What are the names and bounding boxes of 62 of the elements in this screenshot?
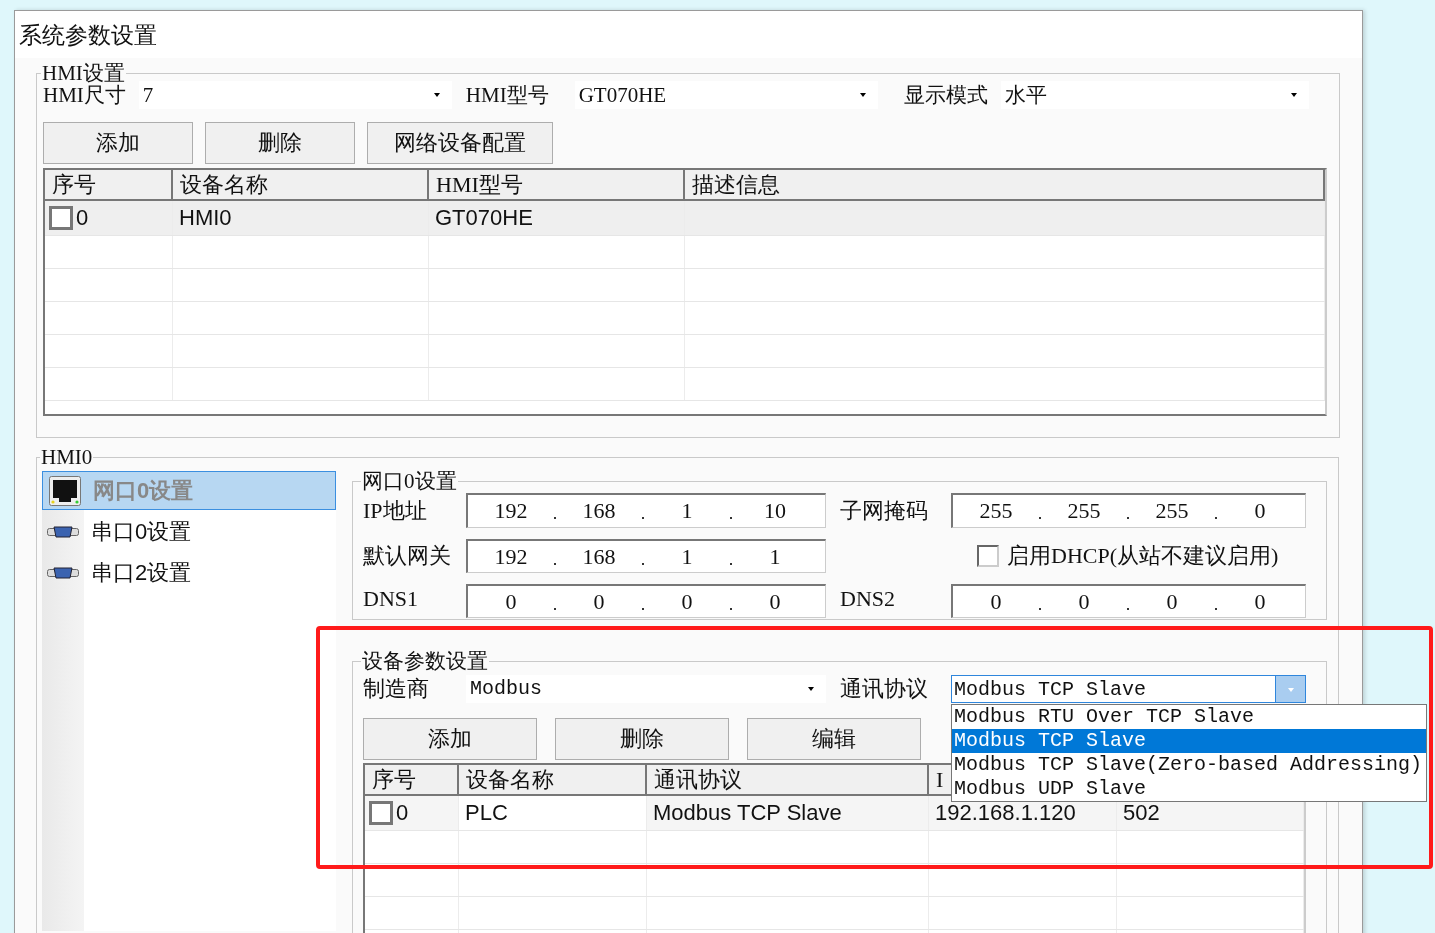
- toolbar-button[interactable]: 编辑: [747, 718, 921, 760]
- column-header[interactable]: 设备名称: [173, 170, 429, 199]
- table-cell: 0: [76, 205, 89, 231]
- dropdown-option[interactable]: Modbus TCP Slave: [952, 729, 1426, 753]
- row-checkbox[interactable]: [369, 801, 393, 825]
- field-label: 通讯协议: [839, 675, 929, 703]
- toolbar-button[interactable]: 添加: [363, 718, 537, 760]
- column-header[interactable]: 描述信息: [685, 170, 1325, 199]
- group-title: 设备参数设置: [361, 648, 489, 674]
- table-cell: HMI0: [173, 201, 429, 235]
- ip-address-field[interactable]: 255 255 255 0: [951, 493, 1306, 528]
- field-label: 制造商: [363, 675, 430, 703]
- group-title: HMI0: [40, 444, 94, 470]
- caret-icon: [808, 687, 814, 691]
- toolbar-button[interactable]: 添加: [43, 122, 193, 164]
- dropdown[interactable]: 水平: [1000, 81, 1309, 109]
- ip-address-field[interactable]: 192 168 1 1: [466, 539, 826, 573]
- column-header[interactable]: 序号: [372, 767, 416, 792]
- column-header[interactable]: 通讯协议: [654, 767, 742, 792]
- caret-icon: [1288, 688, 1294, 692]
- ip-address-field[interactable]: 0 0 0 0: [466, 584, 826, 618]
- caret-icon: [433, 93, 440, 97]
- field-label: DNS1: [363, 586, 419, 612]
- list-item[interactable]: 串口0设置: [42, 512, 336, 551]
- serial-port-icon: [47, 566, 79, 579]
- dropdown[interactable]: Modbus TCP Slave: [951, 675, 1306, 703]
- dropdown[interactable]: GT070HE: [574, 81, 878, 109]
- field-label: HMI尺寸: [43, 83, 126, 109]
- group-title: HMI设置: [41, 60, 126, 85]
- table-cell: 0: [396, 800, 409, 826]
- ip-address-field[interactable]: 192 168 1 10: [466, 493, 826, 528]
- dropdown[interactable]: Modbus: [466, 675, 826, 703]
- table-cell: Modbus TCP Slave: [647, 796, 929, 830]
- network-port-icon: [49, 475, 81, 506]
- toolbar-button[interactable]: 删除: [555, 718, 729, 760]
- dropdown-option[interactable]: Modbus TCP Slave(Zero-based Addressing): [952, 753, 1426, 777]
- column-header[interactable]: 设备名称: [466, 767, 554, 792]
- column-header[interactable]: 序号: [45, 170, 173, 199]
- field-label: HMI型号: [465, 82, 549, 109]
- dhcp-checkbox[interactable]: [977, 545, 999, 567]
- caret-icon: [1290, 93, 1297, 97]
- checkbox-label: 启用DHCP(从站不建议启用): [1007, 542, 1279, 570]
- field-label: DNS2: [839, 586, 896, 612]
- group-title: 网口0设置: [361, 468, 458, 494]
- field-label: 子网掩码: [839, 496, 929, 525]
- toolbar-button[interactable]: 网络设备配置: [367, 122, 553, 164]
- toolbar-button[interactable]: 删除: [205, 122, 355, 164]
- field-label: IP地址: [363, 496, 428, 525]
- field-label: 默认网关: [363, 542, 452, 570]
- table-cell: GT070HE: [429, 201, 685, 235]
- dropdown[interactable]: 7: [138, 81, 452, 109]
- window-title: 系统参数设置: [19, 22, 157, 50]
- caret-icon: [859, 93, 866, 97]
- serial-port-icon: [47, 525, 79, 538]
- field-label: 显示模式: [903, 82, 988, 109]
- column-header[interactable]: I: [936, 767, 944, 792]
- row-checkbox[interactable]: [49, 206, 73, 230]
- list-item[interactable]: 串口2设置: [42, 553, 336, 592]
- table-cell: PLC: [459, 796, 647, 830]
- column-header[interactable]: HMI型号: [429, 170, 685, 199]
- ip-address-field[interactable]: 0 0 0 0: [951, 584, 1306, 618]
- dropdown-option[interactable]: Modbus RTU Over TCP Slave: [952, 705, 1426, 729]
